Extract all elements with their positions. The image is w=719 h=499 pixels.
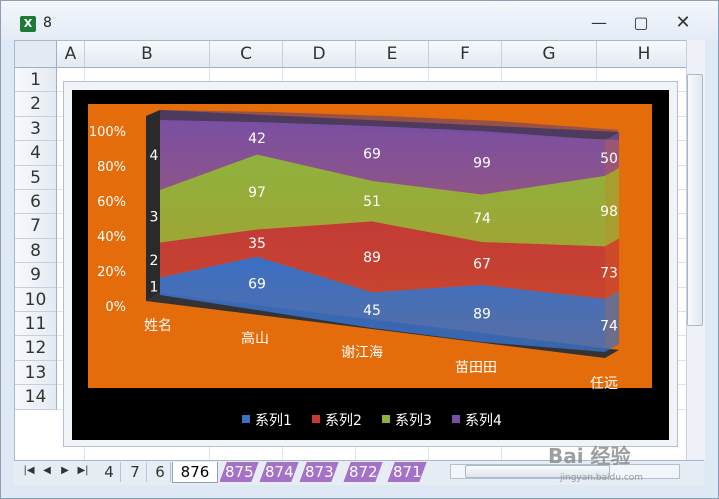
sheet-tab[interactable]: 6	[150, 462, 171, 482]
data-label: 50	[600, 151, 618, 167]
y-tick-label: 40%	[97, 230, 126, 245]
data-label: 73	[600, 266, 618, 282]
row-header-12[interactable]: 12	[15, 336, 57, 361]
y-tick-label: 0%	[105, 300, 126, 315]
stacked-area-chart: 1 69 45 89 74 2 35 89 67 73 3 97 51 74 98 4 42 69 99 50 0% 20…	[88, 104, 652, 429]
legend-label: 系列1	[255, 413, 292, 429]
sheet-tab-label: 873	[304, 463, 334, 481]
row-header-1[interactable]: 1	[15, 68, 57, 93]
y-tick-label: 100%	[89, 125, 126, 140]
data-label: 2	[150, 253, 159, 269]
row-header-9[interactable]: 9	[15, 263, 57, 288]
sheet-tab-label: 871	[392, 463, 422, 481]
data-label: 99	[473, 156, 491, 172]
window-title: 8	[43, 15, 52, 31]
sheet-tab-label: 872	[348, 463, 378, 481]
sheet-tab[interactable]: 873	[298, 462, 339, 482]
last-sheet-icon[interactable]: ▶|	[76, 464, 90, 478]
row-header-7[interactable]: 7	[15, 214, 57, 239]
data-label: 74	[600, 318, 618, 334]
column-header-d[interactable]: D	[283, 41, 356, 68]
row-header-3[interactable]: 3	[15, 116, 57, 142]
title-bar: X 8 — ▢ ✕	[1, 1, 718, 41]
column-header-g[interactable]: G	[502, 41, 597, 68]
row-header-13[interactable]: 13	[15, 360, 57, 386]
data-label: 4	[150, 148, 159, 164]
minimize-button[interactable]: —	[585, 11, 613, 35]
vertical-scroll-thumb[interactable]	[687, 74, 703, 326]
legend-swatch	[242, 415, 250, 423]
sheet-tab-active[interactable]: 876	[172, 462, 218, 483]
legend-swatch	[452, 415, 460, 423]
column-header-c[interactable]: C	[210, 41, 283, 68]
x-category-label: 任远	[590, 376, 618, 392]
x-category-label: 苗田田	[455, 360, 497, 376]
watermark-url: jingyan.baidu.com	[560, 473, 644, 483]
chart-area[interactable]: 1 69 45 89 74 2 35 89 67 73 3 97 51 74 98 4 42 69 99 50 0% 20…	[72, 90, 669, 440]
data-label: 45	[363, 303, 381, 319]
data-label: 69	[363, 146, 381, 162]
next-sheet-icon[interactable]: ▶	[58, 464, 72, 478]
sheet-tab-label: 875	[224, 463, 254, 481]
data-label: 51	[363, 194, 381, 210]
legend-label: 系列4	[465, 413, 502, 429]
column-header-b[interactable]: B	[85, 41, 210, 68]
sheet-tab[interactable]: 7	[124, 462, 147, 482]
baidu-watermark: Bai 经验	[548, 444, 631, 468]
sheet-tab[interactable]: 4	[98, 462, 121, 482]
sheet-tab[interactable]: 874	[258, 462, 299, 482]
data-label: 3	[150, 209, 159, 225]
data-label: 89	[363, 250, 381, 266]
prev-sheet-icon[interactable]: ◀	[40, 464, 54, 478]
sheet-tab-label: 874	[264, 463, 294, 481]
column-header-e[interactable]: E	[356, 41, 429, 68]
row-header-4[interactable]: 4	[15, 141, 57, 166]
legend-label: 系列3	[395, 413, 432, 429]
row-header-10[interactable]: 10	[15, 287, 57, 312]
close-button[interactable]: ✕	[669, 11, 697, 35]
x-category-label: 谢江海	[341, 345, 383, 361]
x-category-label: 高山	[241, 330, 269, 347]
data-label: 97	[248, 185, 266, 201]
y-tick-label: 20%	[97, 265, 126, 280]
row-header-2[interactable]: 2	[15, 92, 57, 117]
x-category-label: 姓名	[144, 318, 172, 334]
y-tick-label: 80%	[97, 160, 126, 175]
column-header-f[interactable]: F	[429, 41, 502, 68]
data-label: 1	[150, 279, 159, 295]
excel-icon: X	[20, 16, 36, 32]
legend-swatch	[382, 415, 390, 423]
data-label: 98	[600, 204, 618, 220]
data-label: 69	[248, 276, 266, 292]
data-label: 67	[473, 256, 491, 272]
y-tick-label: 60%	[97, 195, 126, 210]
chart-side-wall	[146, 110, 160, 301]
sheet-tab[interactable]: 871	[386, 462, 427, 482]
maximize-button[interactable]: ▢	[627, 11, 655, 35]
column-header-a[interactable]: A	[57, 41, 85, 68]
data-label: 89	[473, 306, 491, 322]
row-header-5[interactable]: 5	[15, 165, 57, 190]
legend-label: 系列2	[325, 413, 362, 429]
column-header-h[interactable]: H	[597, 41, 687, 68]
row-header-8[interactable]: 8	[15, 238, 57, 264]
select-all-corner[interactable]	[15, 41, 57, 68]
data-label: 42	[248, 131, 266, 147]
sheet-tab[interactable]: 875	[218, 462, 259, 482]
row-header-6[interactable]: 6	[15, 190, 57, 215]
sheet-tab[interactable]: 872	[342, 462, 383, 482]
row-header-14[interactable]: 14	[15, 385, 57, 410]
data-label: 35	[248, 236, 266, 252]
row-header-11[interactable]: 11	[15, 312, 57, 337]
legend-swatch	[312, 415, 320, 423]
data-label: 74	[473, 211, 491, 227]
first-sheet-icon[interactable]: |◀	[22, 464, 36, 478]
